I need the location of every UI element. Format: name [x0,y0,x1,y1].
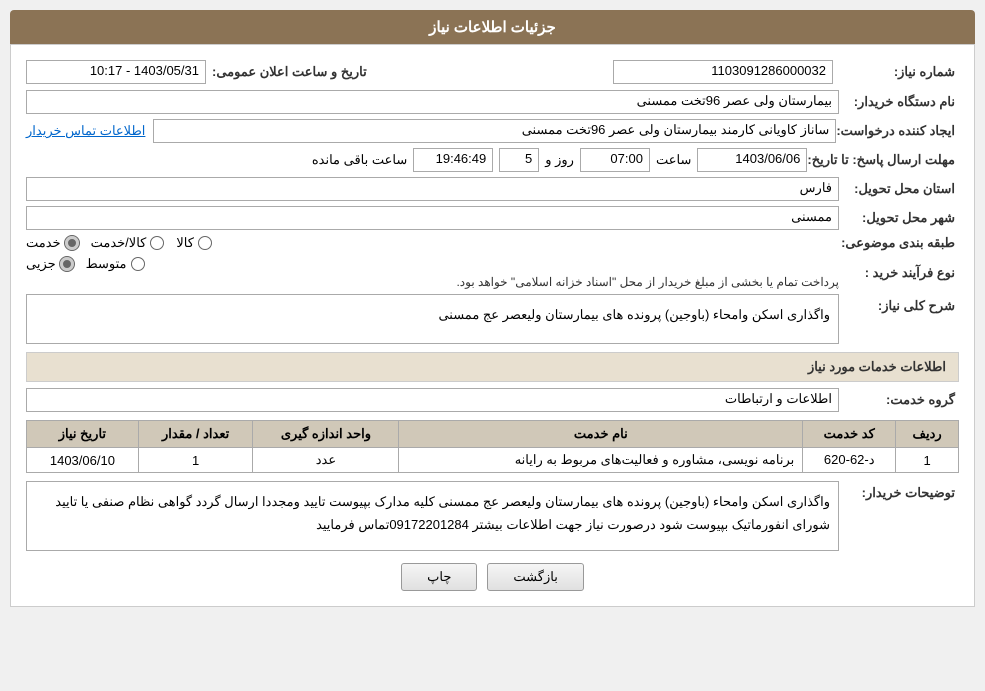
table-row: 1 د-62-620 برنامه نویسی، مشاوره و فعالیت… [27,448,959,473]
saat-label: ساعت [656,152,691,168]
service-table: ردیف کد خدمت نام خدمت واحد اندازه گیری ت… [26,420,959,473]
radio-motovaset-circle [131,257,145,271]
roz-value: 5 [499,148,539,172]
col-radif: ردیف [896,421,959,448]
radio-khidmat-circle [65,236,79,250]
radio-kala-khidmat-label: کالا/خدمت [91,235,147,251]
payment-note: پرداخت تمام یا بخشی از مبلغ خریدار از مح… [26,275,839,289]
nam-dastgah-label: نام دستگاه خریدار: [839,94,959,110]
tarikh-elaan-label: تاریخ و ساعت اعلان عمومی: [212,64,371,80]
saat-value: 07:00 [580,148,650,172]
radio-kala-khidmat[interactable]: کالا/خدمت [91,235,165,251]
mohlat-label: مهلت ارسال پاسخ: تا تاریخ: [807,152,959,168]
radio-jozi[interactable]: جزیی [26,256,74,272]
radio-khidmat-label: خدمت [26,235,61,251]
cell-name: برنامه نویسی، مشاوره و فعالیت‌های مربوط … [399,448,803,473]
cell-tedad: 1 [138,448,253,473]
sharh-label: شرح کلی نیاز: [839,294,959,314]
tabaqe-radio-group: کالا کالا/خدمت خدمت [26,235,839,251]
col-tarikh: تاریخ نیاز [27,421,139,448]
col-kod: کد خدمت [803,421,896,448]
shahr-value: ممسنی [26,206,839,230]
group-khadmat-label: گروه خدمت: [839,392,959,408]
cell-tarikh: 1403/06/10 [27,448,139,473]
cell-kod: د-62-620 [803,448,896,473]
radio-jozi-circle [60,257,74,271]
header-title: جزئیات اطلاعات نیاز [429,19,556,36]
cell-radif: 1 [896,448,959,473]
mande-value: 19:46:49 [413,148,493,172]
mande-label: ساعت باقی مانده [312,152,407,168]
radio-kala-khidmat-circle [150,236,164,250]
tarikh-elaan-value: 1403/05/31 - 10:17 [26,60,206,84]
sharh-value: واگذاری اسکن وامحاء (باوجین) پرونده های … [26,294,839,344]
radio-khidmat[interactable]: خدمت [26,235,79,251]
radio-kala[interactable]: کالا [176,235,212,251]
ijad-konande-value: ساناز کاویانی کارمند بیمارستان ولی عصر 9… [153,119,836,143]
chap-button[interactable]: چاپ [401,563,477,591]
shahr-label: شهر محل تحویل: [839,210,959,226]
radio-kala-label: کالا [176,235,194,251]
group-khadmat-value: اطلاعات و ارتباطات [26,388,839,412]
noe-faraind-label: نوع فرآیند خرید : [839,265,959,281]
radio-jozi-label: جزیی [26,256,56,272]
button-row: بازگشت چاپ [26,563,959,591]
radio-motovaset[interactable]: متوسط [86,256,145,272]
nam-dastgah-value: بیمارستان ولی عصر 96تخت ممسنی [26,90,839,114]
tarikh-value: 1403/06/06 [697,148,807,172]
shomara-niaz-value: 1103091286000032 [613,60,833,84]
page-header: جزئیات اطلاعات نیاز [10,10,975,44]
tosihaat-value: واگذاری اسکن وامحاء (باوجین) پرونده های … [26,481,839,551]
col-name: نام خدمت [399,421,803,448]
col-tedad: تعداد / مقدار [138,421,253,448]
shomara-niaz-label: شماره نیاز: [839,64,959,80]
cell-vahed: عدد [253,448,399,473]
ettelaat-tamas-link[interactable]: اطلاعات تماس خریدار [26,123,145,139]
tosihaat-label: توضیحات خریدار: [839,481,959,501]
ostan-label: استان محل تحویل: [839,181,959,197]
ostan-value: فارس [26,177,839,201]
tabaqe-label: طبقه بندی موضوعی: [839,235,959,251]
roz-label: روز و [545,152,574,168]
radio-kala-circle [198,236,212,250]
radio-motovaset-label: متوسط [86,256,127,272]
bazgasht-button[interactable]: بازگشت [487,563,583,591]
services-header: اطلاعات خدمات مورد نیاز [26,352,959,382]
ijad-konande-label: ایجاد کننده درخواست: [836,123,959,139]
col-vahed: واحد اندازه گیری [253,421,399,448]
